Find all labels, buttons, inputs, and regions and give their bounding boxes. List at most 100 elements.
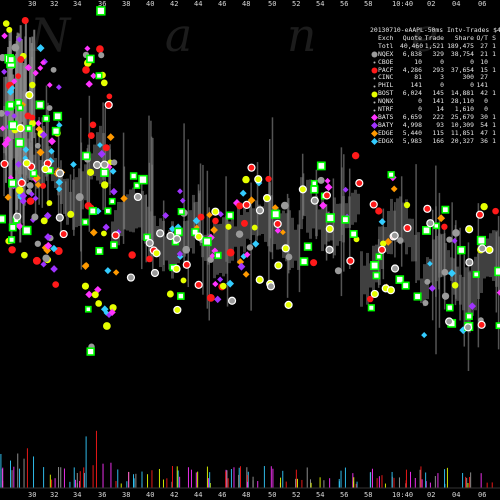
trade-marker: [310, 185, 319, 194]
volume-bar: [414, 477, 416, 488]
volume-bar: [344, 467, 346, 488]
trade-circle: [25, 90, 34, 100]
quote-streak: [497, 216, 500, 350]
trade-marker: [95, 72, 103, 80]
edge-quote-point: [390, 185, 398, 193]
volume-bar: [381, 475, 383, 488]
trade-marker: [35, 100, 45, 110]
volume-bar: [51, 479, 53, 488]
legend-marker-icon: [370, 138, 378, 146]
nbbo-band-segment: [75, 177, 78, 228]
nqex-quote-point: [422, 300, 429, 306]
bost-quote-point: [166, 290, 174, 298]
volume-bar: [233, 467, 235, 488]
trade-marker: [29, 169, 38, 177]
top-tick-label: 36: [98, 0, 107, 8]
volume-bar: [280, 477, 282, 488]
trade-marker: [95, 246, 104, 255]
pacf-quote-point: [441, 223, 448, 230]
top-tick-label: 34: [73, 0, 82, 8]
trade-circle: [386, 286, 395, 295]
baty-quote-point: [213, 295, 222, 304]
trade-circle: [390, 264, 400, 273]
nbbo-band-segment: [219, 223, 222, 273]
baty-quote-point: [177, 188, 183, 195]
trade-circle: [152, 249, 161, 258]
quote-streak: [73, 168, 75, 236]
trade-circle: [463, 323, 473, 332]
legend-trade: 166: [432, 136, 444, 145]
legend-row-edgx: EDGX 5,983 166 20,327 36 1: [370, 136, 500, 146]
edge-quote-point: [437, 214, 446, 223]
volume-bar: [238, 474, 240, 488]
volume-bar: [462, 472, 464, 488]
nqex-quote-point: [34, 240, 41, 247]
nqex-quote-point: [11, 43, 20, 52]
volume-bar: [384, 483, 386, 488]
bottom-tick-label: 04: [452, 491, 461, 499]
top-tick-label: 38: [122, 0, 131, 8]
pacf-quote-point: [15, 73, 22, 79]
nqex-quote-point: [424, 278, 431, 285]
volume-bar: [0, 453, 2, 488]
trade-circle: [182, 260, 191, 269]
volume-bar: [177, 470, 179, 488]
pacf-quote-point: [241, 219, 248, 227]
trade-marker: [494, 266, 500, 277]
nqex-quote-point: [397, 237, 404, 244]
pacf-quote-point: [17, 55, 25, 63]
volume-bar: [391, 471, 393, 488]
bost-quote-point: [251, 224, 258, 231]
volume-bar: [95, 430, 97, 488]
volume-bar: [13, 466, 15, 488]
bats-quote-point: [1, 32, 8, 40]
trade-circle: [377, 245, 387, 254]
trade-circle: [55, 213, 64, 222]
nqex-quote-point: [42, 254, 50, 262]
volume-bar: [230, 469, 232, 488]
legend-marker-icon: [370, 130, 378, 138]
trade-circle: [150, 268, 160, 278]
trade-circle: [172, 234, 182, 244]
bottom-tick-label: 34: [73, 491, 82, 499]
edgx-quote-point: [36, 44, 45, 53]
bottom-tick-label: 58: [364, 491, 373, 499]
pacf-quote-point: [106, 93, 113, 100]
volume-bar: [272, 468, 274, 488]
trade-circle: [104, 100, 113, 110]
trade-marker: [81, 218, 89, 226]
volume-bar: [239, 466, 241, 488]
volume-bar: [466, 477, 468, 488]
quote-streak: [438, 192, 441, 328]
trade-marker: [174, 227, 183, 237]
trade-circle: [0, 159, 9, 169]
bottom-tick-label: 38: [122, 491, 131, 499]
bost-quote-point: [480, 202, 488, 211]
trade-circle: [17, 178, 26, 188]
trade-marker: [375, 253, 383, 261]
trade-marker: [82, 151, 91, 161]
trade-marker: [0, 214, 6, 224]
nbbo-band-segment: [294, 229, 297, 261]
trade-marker: [413, 292, 422, 301]
trade-marker: [42, 115, 50, 123]
pacf-quote-point: [265, 175, 272, 183]
bottom-tick-label: 42: [170, 491, 179, 499]
volume-bar: [190, 469, 192, 488]
chart: N a n e x 20130710-eAAPL-50ms Intv-Trade…: [0, 0, 500, 500]
trade-marker: [457, 245, 466, 255]
bost-quote-point: [46, 200, 53, 206]
volume-bar: [195, 472, 197, 488]
nqex-quote-point: [317, 176, 325, 184]
nbbo-band-segment: [159, 218, 162, 268]
trade-marker: [177, 208, 185, 216]
nqex-quote-point: [441, 292, 450, 300]
volume-bar: [135, 473, 137, 488]
nbbo-band-segment: [132, 187, 135, 233]
edge-quote-point: [106, 133, 115, 141]
bats-quote-point: [84, 45, 91, 52]
volume-bar: [126, 481, 128, 488]
bost-quote-point: [67, 210, 75, 218]
volume-bar: [171, 466, 173, 488]
volume-bar: [197, 471, 199, 488]
